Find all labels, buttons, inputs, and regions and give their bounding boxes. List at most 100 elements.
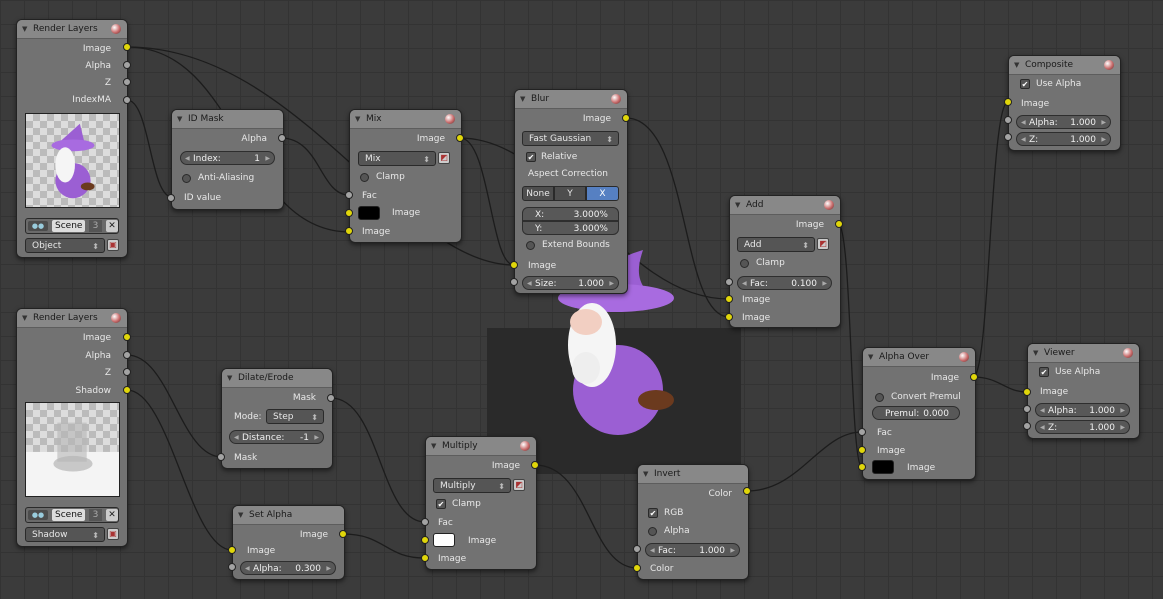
decrement-arrow-icon[interactable]: ◀ — [527, 277, 532, 291]
socket-render2-shadow-out[interactable] — [123, 386, 131, 394]
scene-unlink-icon[interactable]: ✕ — [106, 509, 118, 521]
socket-add-fac-in[interactable] — [725, 278, 733, 286]
alpha-field[interactable]: ◀ Alpha: 1.000 ▶ — [1016, 115, 1111, 129]
composite-node[interactable]: ▼ Composite ✔ Use Alpha Image ◀ Alpha: 1… — [1008, 55, 1121, 151]
render-icon[interactable]: ▣ — [107, 528, 119, 540]
viewer-node[interactable]: ▼ Viewer ✔ Use Alpha Image ◀ Alpha: 1.00… — [1027, 343, 1140, 439]
node-header[interactable]: ▼ ID Mask — [172, 110, 283, 129]
socket-invert-fac-in[interactable] — [633, 545, 641, 553]
blend-mode-select[interactable]: Add ⬍ — [737, 237, 815, 252]
socket-dilate-mask-out[interactable] — [327, 394, 335, 402]
blur-node[interactable]: ▼ Blur Image Fast Gaussian ⬍ ✔ Relative … — [514, 89, 628, 294]
scene-selector[interactable]: ●● Scene 3 ✕ — [25, 218, 119, 234]
decrement-arrow-icon[interactable]: ◀ — [1021, 116, 1026, 130]
increment-arrow-icon[interactable]: ▶ — [1101, 133, 1106, 147]
collapse-triangle-icon[interactable]: ▼ — [22, 20, 27, 38]
preview-toggle-icon[interactable] — [111, 24, 121, 34]
collapse-triangle-icon[interactable]: ▼ — [355, 110, 360, 128]
invert-node[interactable]: ▼ Invert Color ✔ RGB Alpha ◀ Fac: 1.000 … — [637, 464, 749, 580]
preview-toggle-icon[interactable] — [611, 94, 621, 104]
socket-render-z-out[interactable] — [123, 78, 131, 86]
node-header[interactable]: ▼ Alpha Over — [863, 348, 975, 367]
add-node[interactable]: ▼ Add Image Add ⬍ ◩ Clamp ◀ Fac: 0.100 ▶… — [729, 195, 841, 328]
node-header[interactable]: ▼ Dilate/Erode — [222, 369, 332, 388]
decrement-arrow-icon[interactable]: ◀ — [1040, 404, 1045, 418]
node-header[interactable]: ▼ Add — [730, 196, 840, 215]
alpha-field[interactable]: ◀ Alpha: 1.000 ▶ — [1035, 403, 1130, 417]
preview-toggle-icon[interactable] — [1123, 348, 1133, 358]
collapse-triangle-icon[interactable]: ▼ — [22, 309, 27, 327]
socket-idmask-alpha-out[interactable] — [278, 134, 286, 142]
increment-arrow-icon[interactable]: ▶ — [1120, 404, 1125, 418]
socket-setalpha-image-in[interactable] — [228, 546, 236, 554]
socket-render2-alpha-out[interactable] — [123, 351, 131, 359]
fac-field[interactable]: ◀ Fac: 1.000 ▶ — [645, 543, 740, 557]
scene-icon[interactable]: ●● — [28, 510, 48, 520]
extend-bounds-checkbox[interactable] — [526, 241, 535, 250]
dilate-erode-node[interactable]: ▼ Dilate/Erode Mask Mode: Step ⬍ ◀ Dista… — [221, 368, 333, 469]
collapse-triangle-icon[interactable]: ▼ — [238, 506, 243, 524]
set-alpha-node[interactable]: ▼ Set Alpha Image Image ◀ Alpha: 0.300 ▶ — [232, 505, 345, 580]
increment-arrow-icon[interactable]: ▶ — [822, 277, 827, 291]
scene-icon[interactable]: ●● — [28, 221, 48, 231]
anti-aliasing-checkbox[interactable] — [182, 174, 191, 183]
filter-type-select[interactable]: Fast Gaussian ⬍ — [522, 131, 619, 146]
socket-setalpha-image-out[interactable] — [339, 530, 347, 538]
distance-field[interactable]: ◀ Distance: -1 ▶ — [229, 430, 324, 444]
socket-invert-color-out[interactable] — [743, 487, 751, 495]
socket-render-image-out[interactable] — [123, 43, 131, 51]
increment-arrow-icon[interactable]: ▶ — [265, 152, 270, 166]
decrement-arrow-icon[interactable]: ◀ — [245, 562, 250, 576]
size-field[interactable]: ◀ Size: 1.000 ▶ — [522, 276, 619, 290]
color-swatch-black[interactable] — [358, 206, 380, 220]
socket-viewer-image-in[interactable] — [1023, 388, 1031, 396]
scene-unlink-icon[interactable]: ✕ — [106, 220, 118, 232]
preview-toggle-icon[interactable] — [959, 352, 969, 362]
socket-alphaover-image1-in[interactable] — [858, 446, 866, 454]
collapse-triangle-icon[interactable]: ▼ — [868, 348, 873, 366]
preview-toggle-icon[interactable] — [824, 200, 834, 210]
socket-viewer-z-in[interactable] — [1023, 422, 1031, 430]
decrement-arrow-icon[interactable]: ◀ — [1040, 421, 1045, 435]
collapse-triangle-icon[interactable]: ▼ — [227, 369, 232, 387]
render-layers-node-2[interactable]: ▼ Render Layers Image Alpha Z Shadow ●● … — [16, 308, 128, 547]
use-alpha-icon[interactable]: ◩ — [438, 152, 450, 164]
socket-idmask-id-in[interactable] — [167, 194, 175, 202]
preview-toggle-icon[interactable] — [520, 441, 530, 451]
socket-viewer-alpha-in[interactable] — [1023, 405, 1031, 413]
socket-render2-image-out[interactable] — [123, 333, 131, 341]
render-icon[interactable]: ▣ — [107, 239, 119, 251]
layer-select[interactable]: Shadow ⬍ — [25, 527, 105, 542]
node-header[interactable]: ▼ Invert — [638, 465, 748, 484]
decrement-arrow-icon[interactable]: ◀ — [234, 431, 239, 445]
socket-mix-fac-in[interactable] — [345, 191, 353, 199]
socket-dilate-mask-in[interactable] — [217, 453, 225, 461]
collapse-triangle-icon[interactable]: ▼ — [520, 90, 525, 108]
z-field[interactable]: ◀ Z: 1.000 ▶ — [1016, 132, 1111, 146]
socket-blur-image-out[interactable] — [622, 114, 630, 122]
use-alpha-icon[interactable]: ◩ — [817, 238, 829, 250]
color-swatch-black[interactable] — [872, 460, 894, 474]
node-header[interactable]: ▼ Set Alpha — [233, 506, 344, 525]
convert-premul-checkbox[interactable] — [875, 393, 884, 402]
decrement-arrow-icon[interactable]: ◀ — [1021, 133, 1026, 147]
color-swatch-white[interactable] — [433, 533, 455, 547]
socket-alphaover-image-out[interactable] — [970, 373, 978, 381]
collapse-triangle-icon[interactable]: ▼ — [735, 196, 740, 214]
increment-arrow-icon[interactable]: ▶ — [609, 277, 614, 291]
multiply-node[interactable]: ▼ Multiply Image Multiply ⬍ ◩ ✔ Clamp Fa… — [425, 436, 537, 570]
node-header[interactable]: ▼ Composite — [1009, 56, 1120, 75]
node-header[interactable]: ▼ Multiply — [426, 437, 536, 456]
scene-name-field[interactable]: Scene — [52, 509, 86, 521]
collapse-triangle-icon[interactable]: ▼ — [1033, 344, 1038, 362]
decrement-arrow-icon[interactable]: ◀ — [185, 152, 190, 166]
socket-multiply-image-out[interactable] — [531, 461, 539, 469]
socket-render-indexma-out[interactable] — [123, 96, 131, 104]
node-header[interactable]: ▼ Render Layers — [17, 309, 127, 328]
aspect-y-button[interactable]: Y — [554, 186, 586, 201]
socket-composite-alpha-in[interactable] — [1004, 116, 1012, 124]
alpha-checkbox[interactable] — [648, 527, 657, 536]
socket-multiply-fac-in[interactable] — [421, 518, 429, 526]
use-alpha-checkbox[interactable]: ✔ — [1039, 367, 1049, 377]
premul-field[interactable]: Premul: 0.000 — [872, 406, 960, 420]
